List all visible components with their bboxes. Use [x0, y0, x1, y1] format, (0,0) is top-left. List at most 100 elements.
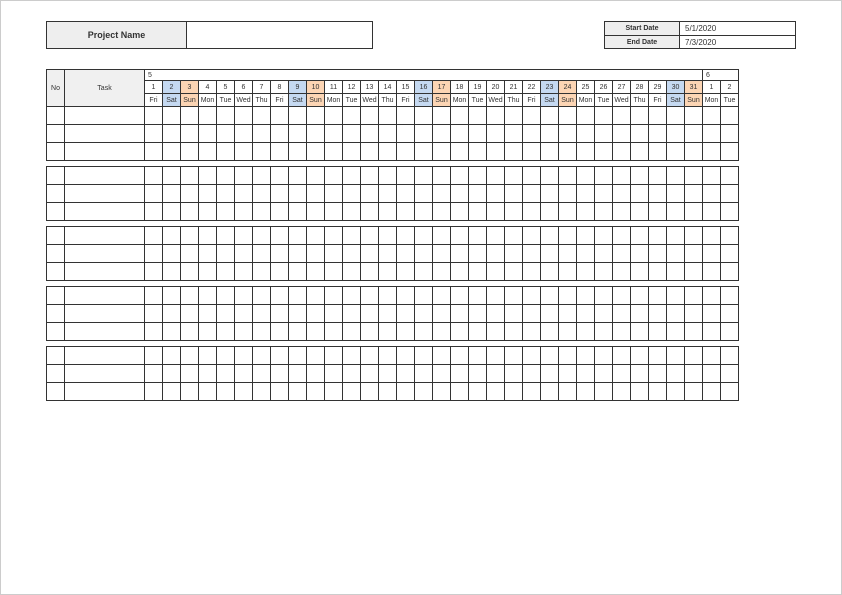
cell-no[interactable] — [47, 347, 65, 365]
cell-day[interactable] — [523, 383, 541, 401]
cell-day[interactable] — [541, 107, 559, 125]
cell-day[interactable] — [235, 305, 253, 323]
cell-day[interactable] — [181, 323, 199, 341]
cell-day[interactable] — [325, 245, 343, 263]
cell-task[interactable] — [65, 227, 145, 245]
cell-day[interactable] — [271, 227, 289, 245]
cell-day[interactable] — [505, 245, 523, 263]
cell-day[interactable] — [649, 263, 667, 281]
cell-day[interactable] — [325, 125, 343, 143]
cell-day[interactable] — [415, 203, 433, 221]
cell-day[interactable] — [667, 203, 685, 221]
cell-day[interactable] — [433, 143, 451, 161]
cell-day[interactable] — [541, 143, 559, 161]
cell-day[interactable] — [685, 107, 703, 125]
cell-day[interactable] — [721, 287, 739, 305]
cell-day[interactable] — [667, 245, 685, 263]
cell-day[interactable] — [667, 107, 685, 125]
cell-day[interactable] — [181, 125, 199, 143]
cell-day[interactable] — [505, 107, 523, 125]
cell-day[interactable] — [667, 185, 685, 203]
cell-day[interactable] — [541, 263, 559, 281]
cell-day[interactable] — [145, 167, 163, 185]
cell-day[interactable] — [649, 245, 667, 263]
cell-day[interactable] — [721, 107, 739, 125]
cell-day[interactable] — [505, 263, 523, 281]
cell-day[interactable] — [469, 305, 487, 323]
cell-day[interactable] — [487, 305, 505, 323]
cell-day[interactable] — [235, 203, 253, 221]
cell-day[interactable] — [649, 347, 667, 365]
cell-day[interactable] — [541, 185, 559, 203]
cell-day[interactable] — [397, 125, 415, 143]
cell-day[interactable] — [487, 365, 505, 383]
cell-day[interactable] — [361, 143, 379, 161]
cell-day[interactable] — [163, 365, 181, 383]
cell-day[interactable] — [577, 287, 595, 305]
cell-day[interactable] — [379, 347, 397, 365]
cell-task[interactable] — [65, 365, 145, 383]
cell-day[interactable] — [433, 287, 451, 305]
cell-day[interactable] — [379, 245, 397, 263]
cell-day[interactable] — [289, 383, 307, 401]
cell-day[interactable] — [235, 263, 253, 281]
cell-day[interactable] — [505, 287, 523, 305]
cell-day[interactable] — [343, 107, 361, 125]
cell-day[interactable] — [289, 263, 307, 281]
cell-day[interactable] — [559, 143, 577, 161]
cell-day[interactable] — [559, 305, 577, 323]
cell-day[interactable] — [559, 227, 577, 245]
cell-day[interactable] — [361, 245, 379, 263]
cell-day[interactable] — [523, 125, 541, 143]
cell-day[interactable] — [469, 125, 487, 143]
cell-day[interactable] — [163, 167, 181, 185]
cell-day[interactable] — [685, 305, 703, 323]
cell-day[interactable] — [343, 227, 361, 245]
cell-day[interactable] — [397, 347, 415, 365]
cell-day[interactable] — [397, 365, 415, 383]
cell-day[interactable] — [271, 347, 289, 365]
cell-day[interactable] — [469, 167, 487, 185]
cell-day[interactable] — [307, 365, 325, 383]
cell-day[interactable] — [289, 143, 307, 161]
cell-day[interactable] — [613, 143, 631, 161]
cell-day[interactable] — [163, 263, 181, 281]
cell-day[interactable] — [649, 167, 667, 185]
cell-day[interactable] — [469, 227, 487, 245]
cell-day[interactable] — [451, 263, 469, 281]
cell-day[interactable] — [703, 227, 721, 245]
cell-day[interactable] — [379, 365, 397, 383]
cell-day[interactable] — [559, 287, 577, 305]
cell-no[interactable] — [47, 107, 65, 125]
cell-day[interactable] — [721, 227, 739, 245]
cell-task[interactable] — [65, 287, 145, 305]
cell-day[interactable] — [145, 143, 163, 161]
cell-day[interactable] — [595, 305, 613, 323]
cell-day[interactable] — [163, 383, 181, 401]
cell-day[interactable] — [721, 245, 739, 263]
cell-day[interactable] — [595, 107, 613, 125]
cell-task[interactable] — [65, 323, 145, 341]
cell-day[interactable] — [721, 167, 739, 185]
cell-day[interactable] — [415, 107, 433, 125]
cell-day[interactable] — [415, 245, 433, 263]
cell-day[interactable] — [415, 323, 433, 341]
cell-day[interactable] — [541, 323, 559, 341]
cell-day[interactable] — [415, 365, 433, 383]
cell-day[interactable] — [145, 323, 163, 341]
cell-day[interactable] — [487, 383, 505, 401]
cell-day[interactable] — [325, 203, 343, 221]
cell-day[interactable] — [289, 323, 307, 341]
cell-day[interactable] — [415, 227, 433, 245]
cell-day[interactable] — [487, 185, 505, 203]
cell-day[interactable] — [703, 125, 721, 143]
cell-day[interactable] — [217, 323, 235, 341]
cell-day[interactable] — [253, 203, 271, 221]
cell-day[interactable] — [451, 185, 469, 203]
cell-day[interactable] — [145, 203, 163, 221]
cell-day[interactable] — [361, 107, 379, 125]
cell-day[interactable] — [163, 323, 181, 341]
cell-day[interactable] — [361, 125, 379, 143]
cell-day[interactable] — [235, 107, 253, 125]
cell-day[interactable] — [505, 383, 523, 401]
